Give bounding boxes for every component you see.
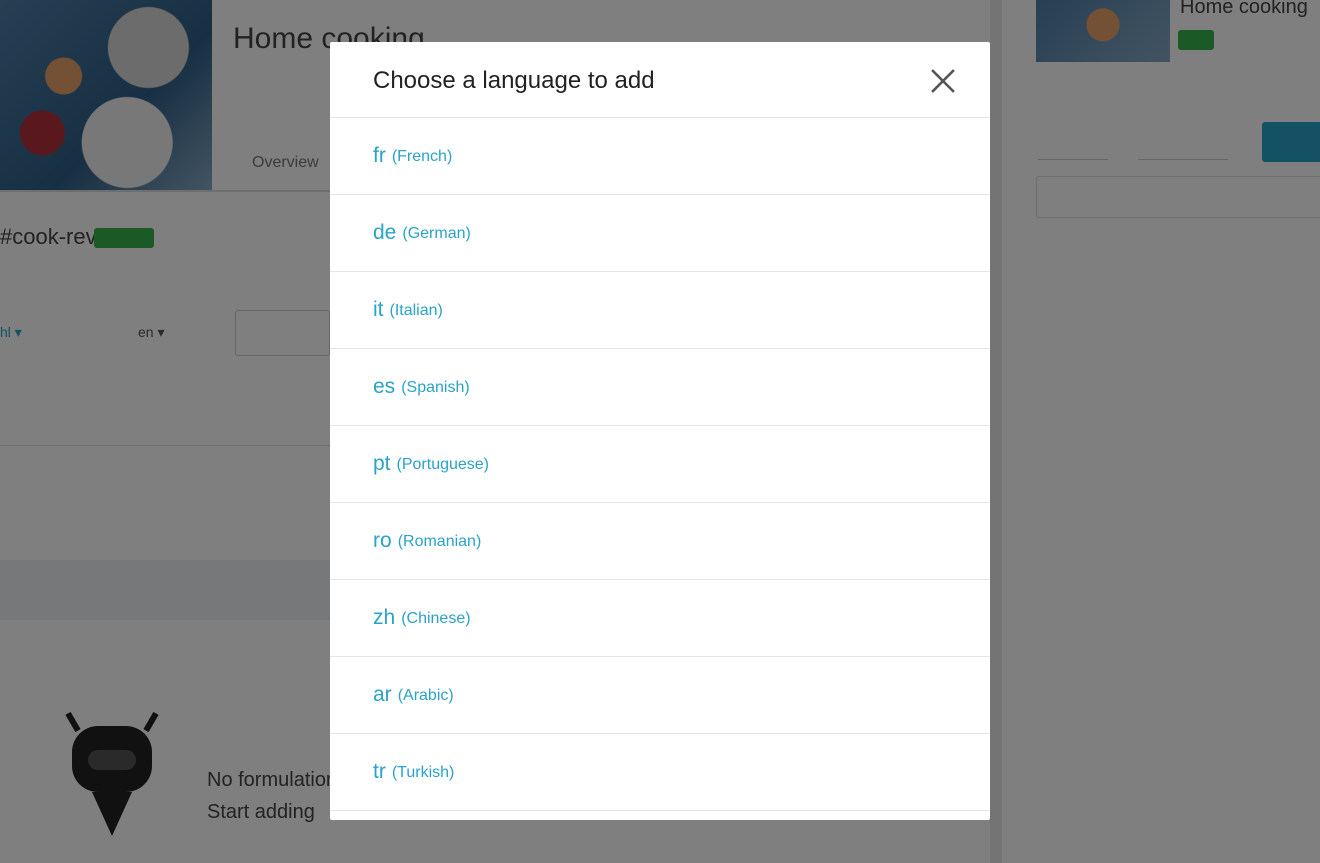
language-name: (Portuguese) [396, 456, 490, 473]
language-code: es [373, 375, 396, 398]
language-list: fr (French) de (German) it (Italian) es … [330, 118, 990, 811]
language-item-it[interactable]: it (Italian) [330, 272, 990, 349]
language-item-de[interactable]: de (German) [330, 195, 990, 272]
language-item-ar[interactable]: ar (Arabic) [330, 657, 990, 734]
language-item-tr[interactable]: tr (Turkish) [330, 734, 990, 811]
close-icon [931, 69, 955, 93]
language-name: (Romanian) [397, 533, 482, 550]
language-code: fr [373, 144, 386, 167]
language-code: it [373, 298, 384, 321]
language-code: de [373, 221, 397, 244]
close-button[interactable] [928, 66, 958, 96]
language-name: (Spanish) [401, 379, 470, 396]
modal-title: Choose a language to add [373, 67, 655, 94]
language-code: pt [373, 452, 391, 475]
language-code: ro [373, 529, 392, 552]
language-item-es[interactable]: es (Spanish) [330, 349, 990, 426]
language-code: ar [373, 683, 392, 706]
language-code: zh [373, 606, 396, 629]
add-language-modal: Choose a language to add fr (French) de … [330, 42, 990, 820]
language-item-pt[interactable]: pt (Portuguese) [330, 426, 990, 503]
language-name: (Arabic) [397, 687, 454, 704]
language-item-ro[interactable]: ro (Romanian) [330, 503, 990, 580]
language-name: (French) [391, 148, 453, 165]
language-item-zh[interactable]: zh (Chinese) [330, 580, 990, 657]
language-name: (Turkish) [391, 764, 455, 781]
language-name: (Italian) [389, 302, 443, 319]
modal-header: Choose a language to add [330, 42, 990, 118]
language-name: (Chinese) [401, 610, 471, 627]
language-name: (German) [402, 225, 471, 242]
language-item-fr[interactable]: fr (French) [330, 118, 990, 195]
language-code: tr [373, 760, 386, 783]
